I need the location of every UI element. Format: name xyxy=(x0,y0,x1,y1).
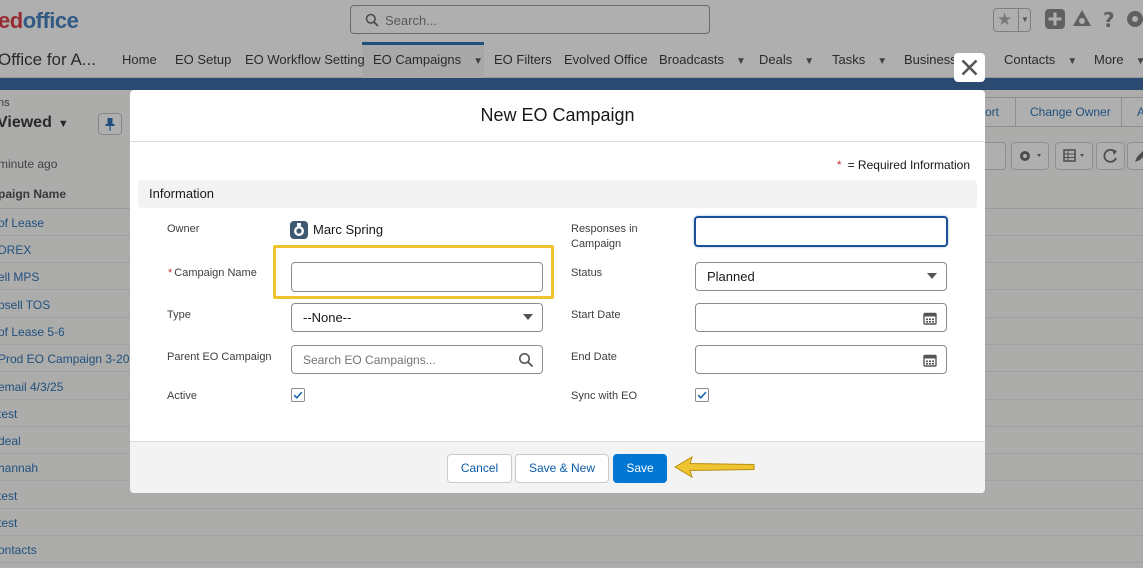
required-marker: * xyxy=(168,267,172,279)
responses-in-campaign-input[interactable] xyxy=(694,216,948,247)
checkmark-icon xyxy=(696,389,708,401)
save-and-new-button[interactable]: Save & New xyxy=(515,454,609,483)
end-date-label: End Date xyxy=(571,350,617,365)
required-marker: * xyxy=(837,158,842,172)
close-modal-button[interactable] xyxy=(954,53,985,82)
sync-with-eo-label: Sync with EO xyxy=(571,389,637,404)
campaign-name-label: *Campaign Name xyxy=(168,266,257,281)
save-button[interactable]: Save xyxy=(613,454,667,483)
status-select[interactable]: Planned xyxy=(695,262,947,291)
modal-header: New EO Campaign xyxy=(130,90,985,142)
checkmark-icon xyxy=(292,389,304,401)
parent-eo-campaign-lookup[interactable]: Search EO Campaigns... xyxy=(291,345,543,374)
status-label: Status xyxy=(571,266,602,281)
section-header-information[interactable]: Information xyxy=(138,180,977,208)
campaign-name-input[interactable] xyxy=(291,262,543,292)
modal-title: New EO Campaign xyxy=(130,90,985,126)
start-date-label: Start Date xyxy=(571,308,621,323)
search-icon xyxy=(518,352,534,368)
active-label: Active xyxy=(167,389,197,404)
user-avatar-icon xyxy=(290,221,308,239)
modal-footer: Cancel Save & New Save xyxy=(130,441,985,493)
type-select[interactable]: --None-- xyxy=(291,303,543,332)
type-label: Type xyxy=(167,308,191,323)
responses-in-campaign-label: Responses in Campaign xyxy=(571,222,661,252)
end-date-input[interactable] xyxy=(695,345,947,374)
new-eo-campaign-modal: New EO Campaign *= Required Information … xyxy=(130,90,985,493)
required-information-note: *= Required Information xyxy=(837,158,970,172)
close-icon xyxy=(954,53,985,82)
active-checkbox[interactable] xyxy=(291,388,305,402)
start-date-input[interactable] xyxy=(695,303,947,332)
annotation-arrow-icon xyxy=(672,455,758,479)
calendar-icon[interactable] xyxy=(922,352,938,368)
calendar-icon[interactable] xyxy=(922,310,938,326)
parent-eo-campaign-label: Parent EO Campaign xyxy=(167,350,272,365)
owner-label: Owner xyxy=(167,222,199,237)
cancel-button[interactable]: Cancel xyxy=(447,454,512,483)
sync-with-eo-checkbox[interactable] xyxy=(695,388,709,402)
chevron-down-icon xyxy=(523,314,533,320)
chevron-down-icon xyxy=(927,273,937,279)
